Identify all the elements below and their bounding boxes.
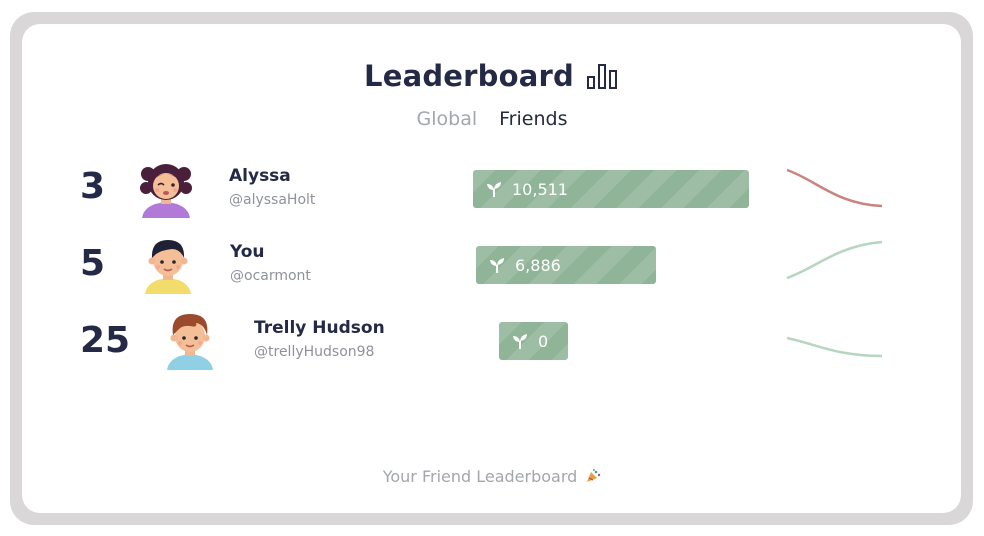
rank-number: 25 [80,320,131,361]
sprout-icon [487,182,501,197]
footer-text: Your Friend Leaderboard [382,466,578,486]
leaderboard-row[interactable]: 3 Alyssa @alyssaHolt 10,511 [0,152,984,224]
girl-avatar [140,164,192,218]
leaderboard-tabs: Global Friends [0,108,984,134]
bar-chart-icon [586,64,617,89]
tab-global[interactable]: Global [417,108,478,134]
score-value: 10,511 [512,179,568,199]
trend-down-line [786,168,883,208]
boy-avatar-brown-hair [167,314,213,370]
rank-number: 5 [80,243,106,284]
footer: Your Friend Leaderboard [0,464,984,488]
boy-avatar [145,240,191,294]
leaderboard-row[interactable]: 5 You @ocarmont 6,886 [0,228,984,300]
score-bar[interactable]: 6,886 [476,246,656,284]
score-bar[interactable]: 10,511 [473,170,749,208]
sprout-icon [513,334,527,349]
trend-up-line [786,240,883,280]
user-handle: @ocarmont [230,268,311,284]
score-bar[interactable]: 0 [499,322,568,360]
page-title: Leaderboard [364,59,574,93]
user-name: Trelly Hudson [254,318,385,338]
score-value: 0 [538,331,549,351]
leaderboard-row[interactable]: 25 Trelly Hudson @trellyHudson98 0 [0,304,984,376]
user-handle: @trellyHudson98 [254,344,375,360]
user-name: You [230,242,265,262]
trend-down-line [786,336,883,358]
sprout-icon [490,258,504,273]
user-name: Alyssa [229,166,291,186]
rank-number: 3 [80,166,106,207]
party-popper-icon [587,469,601,482]
header: Leaderboard [0,56,984,96]
tab-friends[interactable]: Friends [499,108,567,134]
user-handle: @alyssaHolt [229,192,316,208]
score-value: 6,886 [515,255,561,275]
